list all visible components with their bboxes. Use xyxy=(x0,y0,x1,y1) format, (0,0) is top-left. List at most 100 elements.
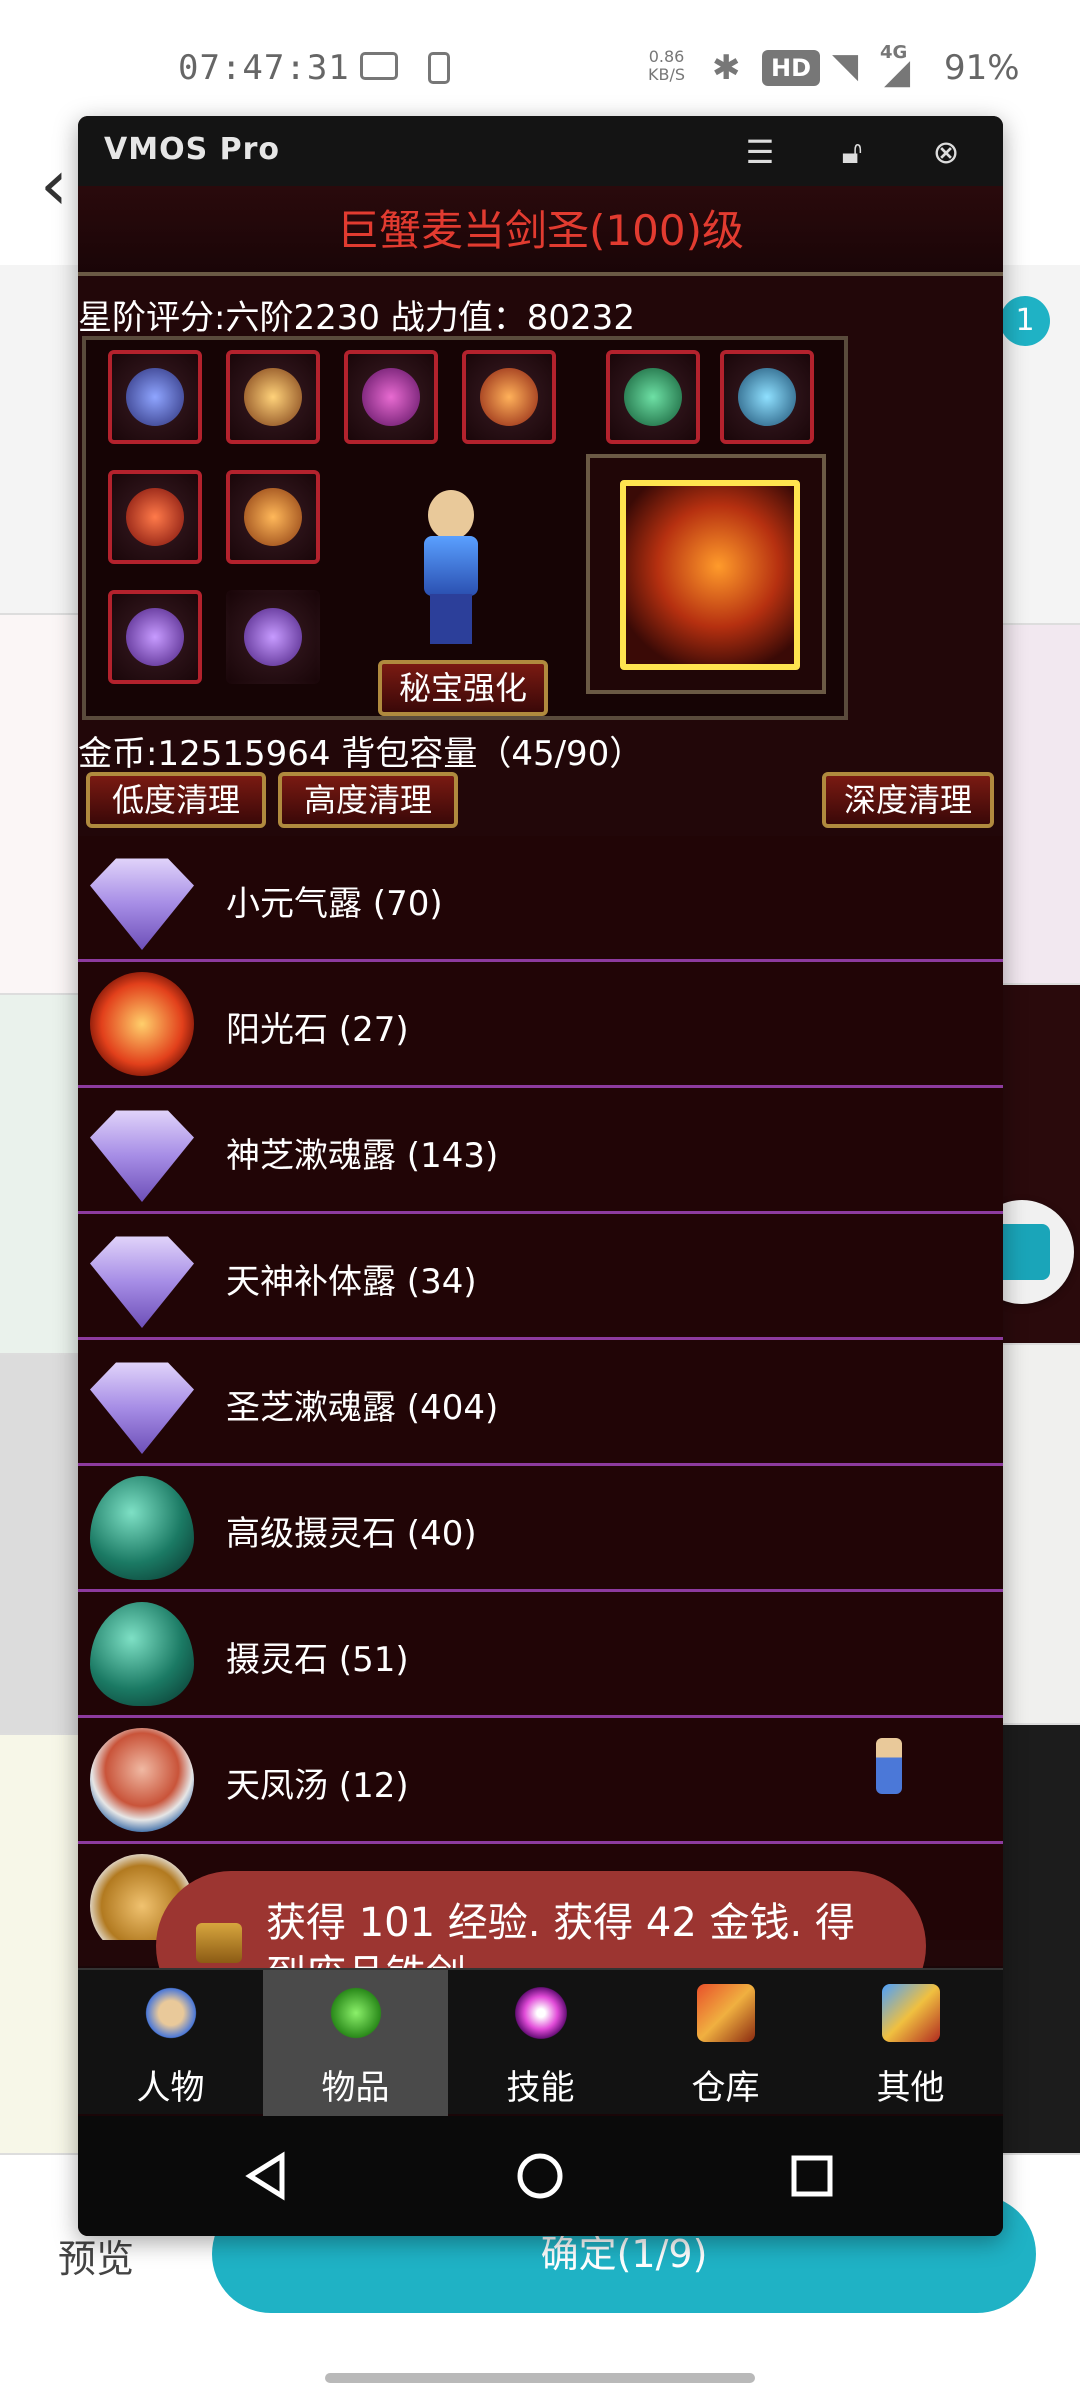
item-name: 神芝漱魂露 (143) xyxy=(226,1136,499,1176)
list-item[interactable]: 摄灵石 (51) xyxy=(78,1592,1003,1718)
armor-icon xyxy=(244,368,302,426)
thumbnail[interactable] xyxy=(0,1355,80,1735)
list-item[interactable]: 天凤汤 (12) xyxy=(78,1718,1003,1844)
amulet-icon xyxy=(624,368,682,426)
list-item[interactable]: 圣芝漱魂露 (404) xyxy=(78,1340,1003,1466)
background-thumbnails-left xyxy=(0,265,80,2155)
back-arrow-icon[interactable]: ‹ xyxy=(40,150,68,220)
tab-warehouse[interactable]: 仓库 xyxy=(633,1970,818,2116)
equip-slot-sword[interactable] xyxy=(108,470,202,564)
tab-label: 技能 xyxy=(506,2068,575,2108)
close-icon[interactable]: ⊗ xyxy=(926,132,966,172)
selection-count-badge: 1 xyxy=(1000,296,1050,346)
item-name: 小元气露 (70) xyxy=(226,884,443,924)
equip-slot-helmet[interactable] xyxy=(108,350,202,444)
helmet-icon xyxy=(126,368,184,426)
rating-line: 星阶评分:六阶2230 战力值：80232 xyxy=(78,298,635,338)
tab-label: 仓库 xyxy=(691,2068,760,2108)
ring-icon xyxy=(244,608,302,666)
ring-icon xyxy=(126,608,184,666)
thumbnail[interactable] xyxy=(990,625,1080,985)
tab-items[interactable]: 物品 xyxy=(263,1970,448,2116)
vmos-window: VMOS Pro ☰ 🔓︎ ⊗ 巨蟹麦当剑圣(100)级 星阶评分:六阶2230… xyxy=(78,116,1003,2236)
item-name: 天凤汤 (12) xyxy=(226,1766,409,1806)
tab-label: 其他 xyxy=(876,2068,945,2108)
warehouse-icon xyxy=(697,1984,755,2042)
status-time: 07:47:31 xyxy=(178,48,350,88)
misc-icon xyxy=(882,1984,940,2042)
thumbnail[interactable] xyxy=(990,1345,1080,1725)
item-name: 摄灵石 (51) xyxy=(226,1640,409,1680)
equip-slot-ring-2[interactable] xyxy=(226,590,320,684)
high-clean-button[interactable]: 高度清理 xyxy=(278,772,458,828)
tab-other[interactable]: 其他 xyxy=(818,1970,1003,2116)
equip-slot-amulet[interactable] xyxy=(606,350,700,444)
character-avatar[interactable] xyxy=(406,490,496,650)
thumbnail[interactable] xyxy=(990,1725,1080,2155)
thumbnail[interactable] xyxy=(0,265,80,615)
equip-slot-weapon[interactable] xyxy=(462,350,556,444)
gold-and-bag-capacity: 金币:12515964 背包容量（45/90） xyxy=(78,734,644,774)
thumbnail[interactable] xyxy=(0,995,80,1355)
menu-list-icon[interactable]: ☰ xyxy=(740,132,780,172)
equip-slot-offhand[interactable] xyxy=(226,470,320,564)
potion-bag-icon xyxy=(327,1984,385,2042)
preview-label[interactable]: 预览 xyxy=(58,2228,134,2283)
hd-badge: HD xyxy=(762,50,820,86)
download-icon xyxy=(428,52,450,84)
lock-icon[interactable]: 🔓︎ xyxy=(832,132,872,172)
vmos-title: VMOS Pro xyxy=(104,132,281,167)
sun-stone-icon xyxy=(90,972,194,1076)
secret-treasure-button[interactable]: 秘宝强化 xyxy=(378,660,548,716)
crystal-potion-icon xyxy=(90,1110,194,1202)
gamepad-icon xyxy=(360,52,398,80)
crystal-potion-icon xyxy=(90,1362,194,1454)
soul-stone-icon xyxy=(90,1602,194,1706)
equip-slot-ring-1[interactable] xyxy=(108,590,202,684)
tab-character[interactable]: 人物 xyxy=(78,1970,263,2116)
mount-icon xyxy=(738,368,796,426)
offhand-icon xyxy=(244,488,302,546)
soul-stone-icon xyxy=(90,1476,194,1580)
sword-icon xyxy=(126,488,184,546)
cell-signal-icon: ◢ xyxy=(884,52,911,92)
low-clean-button[interactable]: 低度清理 xyxy=(86,772,266,828)
game-screen: 巨蟹麦当剑圣(100)级 星阶评分:六阶2230 战力值：80232 秘宝强化 … xyxy=(78,186,1003,2021)
item-list: 小元气露 (70) 阳光石 (27) 神芝漱魂露 (143) 天神补体露 (34… xyxy=(78,836,1003,1940)
android-nav-bar xyxy=(78,2116,1003,2236)
character-icon xyxy=(142,1984,200,2042)
equip-slot-armor[interactable] xyxy=(226,350,320,444)
soup-bowl-icon xyxy=(90,1728,194,1832)
item-name: 阳光石 (27) xyxy=(226,1010,409,1050)
vmos-titlebar[interactable]: VMOS Pro ☰ 🔓︎ ⊗ xyxy=(78,116,1003,186)
crystal-potion-icon xyxy=(90,858,194,950)
wifi-icon: ◥ xyxy=(832,46,859,86)
list-item[interactable]: 小元气露 (70) xyxy=(78,836,1003,962)
list-item[interactable]: 天神补体露 (34) xyxy=(78,1214,1003,1340)
deep-clean-button[interactable]: 深度清理 xyxy=(822,772,994,828)
list-item[interactable]: 高级摄灵石 (40) xyxy=(78,1466,1003,1592)
tab-label: 物品 xyxy=(321,2068,390,2108)
skill-orb-icon xyxy=(512,1984,570,2042)
equip-slot-cape[interactable] xyxy=(344,350,438,444)
home-circle-icon[interactable] xyxy=(510,2146,570,2206)
item-name: 天神补体露 (34) xyxy=(226,1262,477,1302)
treasure-chest-icon xyxy=(196,1923,242,1963)
home-indicator[interactable] xyxy=(325,2373,755,2383)
game-tab-bar: 人物 物品 技能 仓库 其他 xyxy=(78,1968,1003,2116)
recents-square-icon[interactable] xyxy=(782,2146,842,2206)
network-speed-value: 0.86 xyxy=(648,47,685,66)
back-triangle-icon[interactable] xyxy=(238,2146,298,2206)
pet-frame[interactable] xyxy=(586,454,826,694)
tab-label: 人物 xyxy=(136,2068,205,2108)
character-title: 巨蟹麦当剑圣(100)级 xyxy=(78,186,1003,276)
weapon-icon xyxy=(480,368,538,426)
item-name: 高级摄灵石 (40) xyxy=(226,1514,477,1554)
list-item[interactable]: 神芝漱魂露 (143) xyxy=(78,1088,1003,1214)
thumbnail[interactable] xyxy=(0,615,80,995)
tab-skills[interactable]: 技能 xyxy=(448,1970,633,2116)
list-item[interactable]: 阳光石 (27) xyxy=(78,962,1003,1088)
equip-slot-mount[interactable] xyxy=(720,350,814,444)
thumbnail[interactable] xyxy=(0,1735,80,2155)
cape-icon xyxy=(362,368,420,426)
